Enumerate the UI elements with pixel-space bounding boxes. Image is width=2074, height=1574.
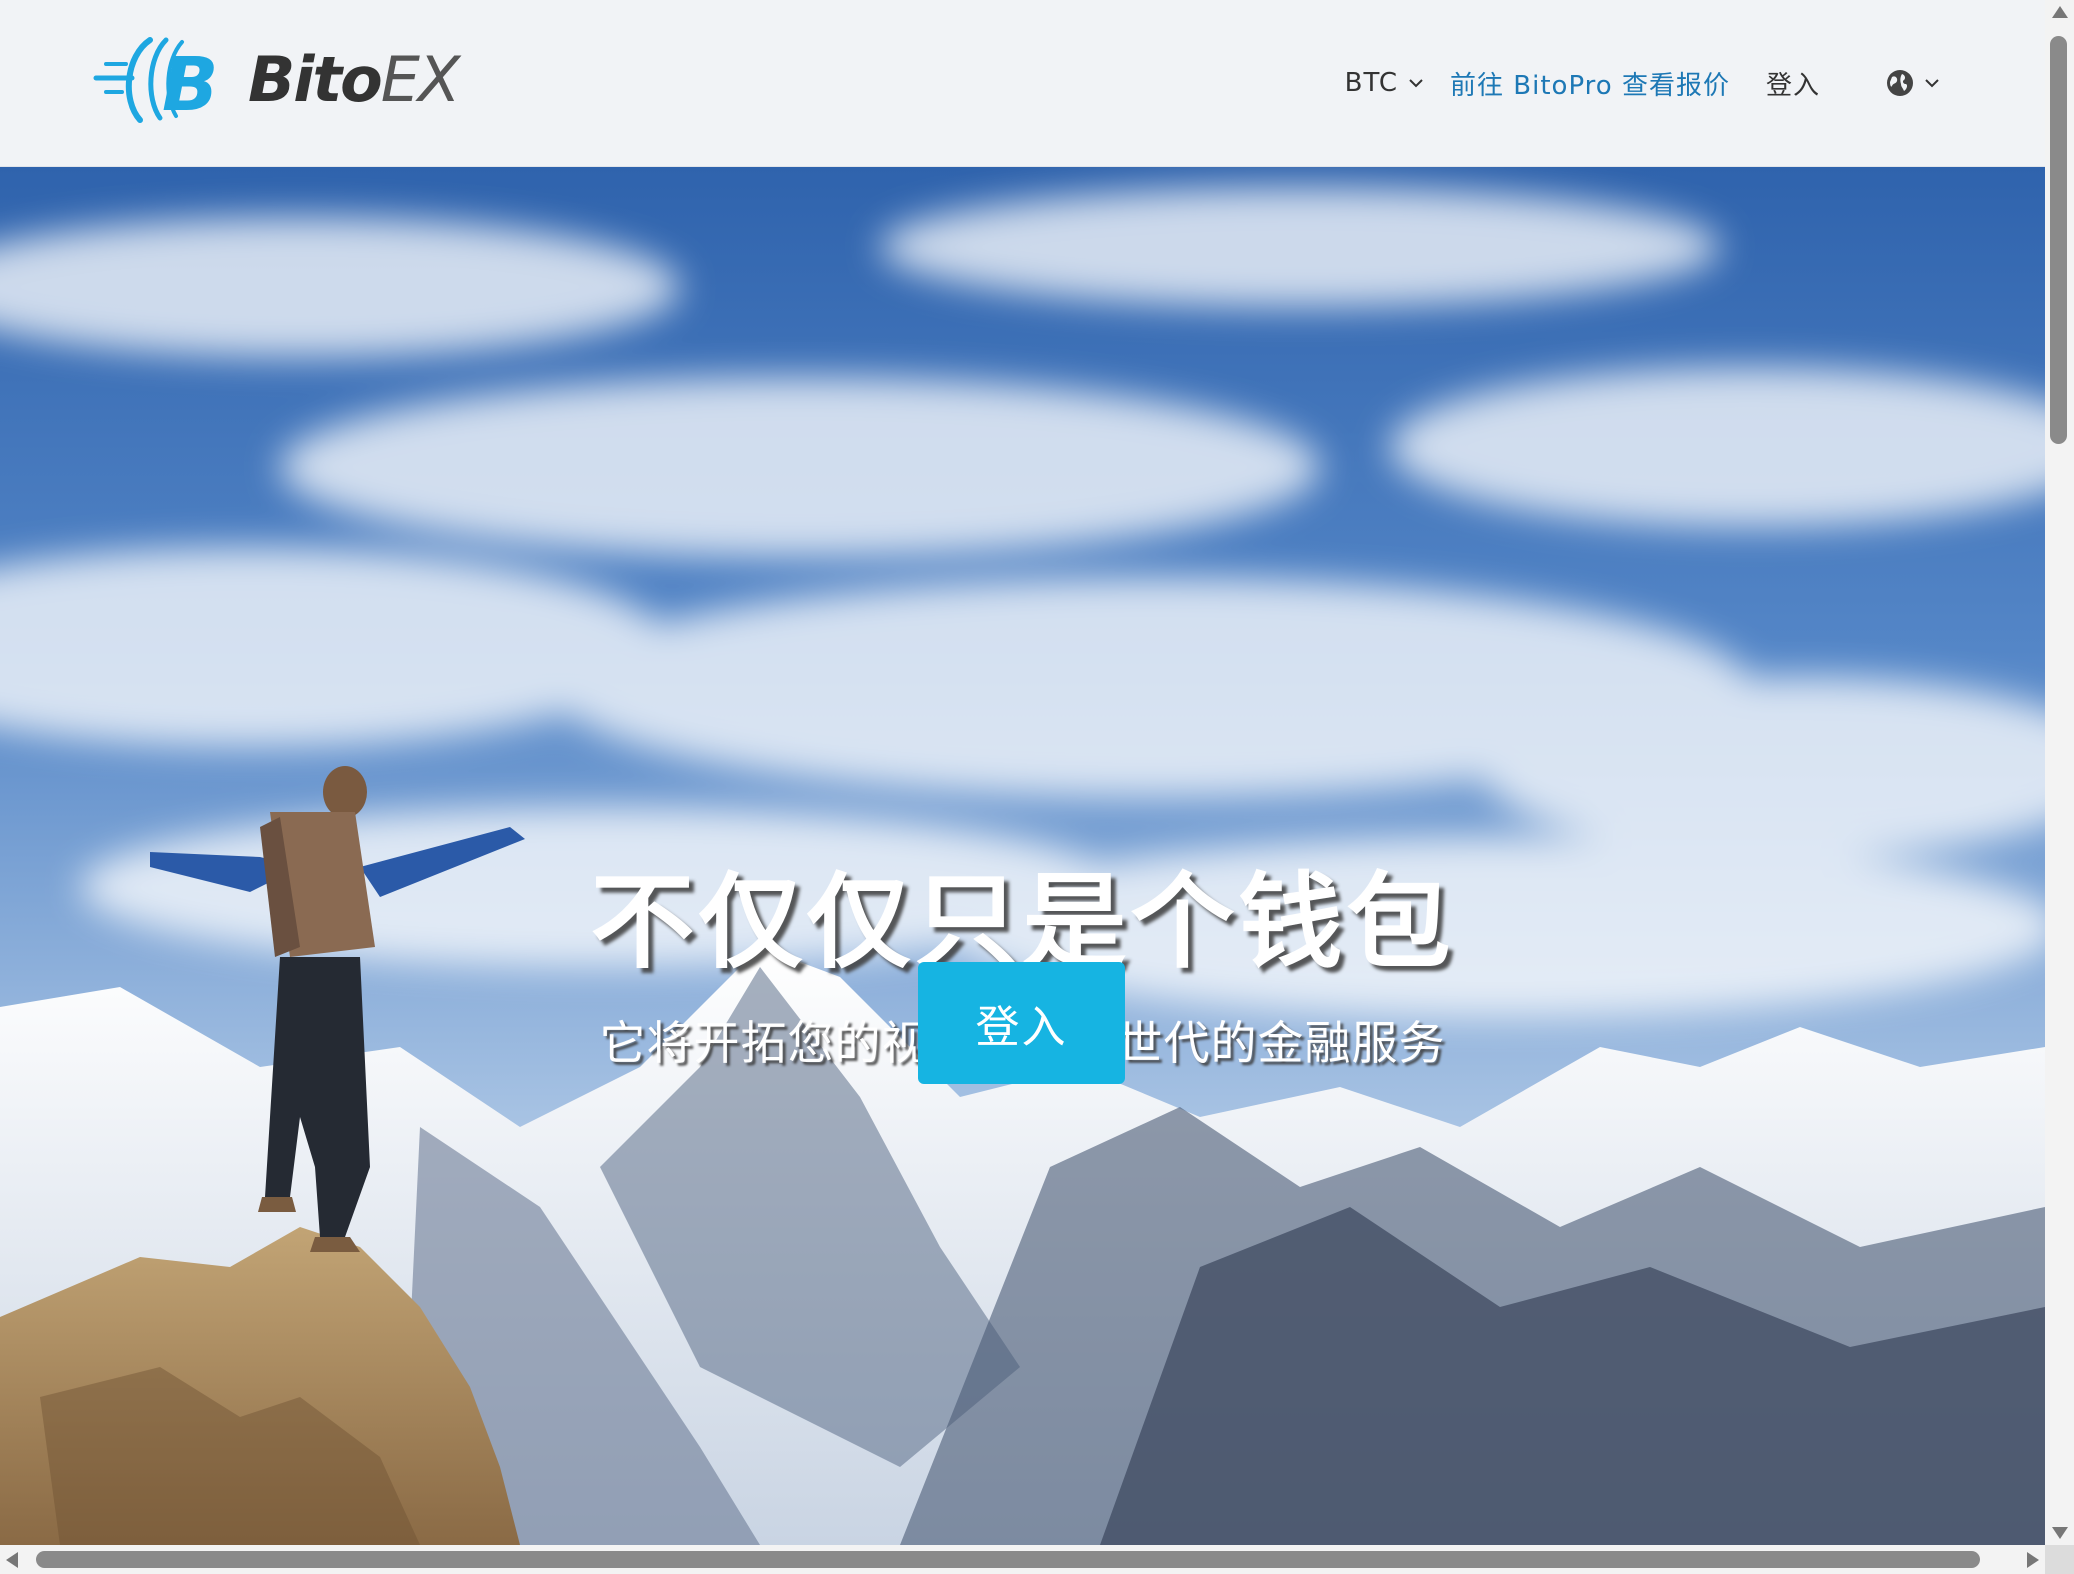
logo-wordmark-main: Bito — [248, 42, 383, 116]
language-dropdown[interactable] — [1886, 69, 1940, 97]
horizontal-scroll-thumb[interactable] — [36, 1551, 1980, 1568]
logo-wordmark-accent: EX — [380, 42, 461, 116]
scroll-down-arrow-icon[interactable] — [2052, 1527, 2068, 1539]
coin-dropdown-label: BTC — [1344, 68, 1399, 98]
scroll-up-arrow-icon[interactable] — [2052, 6, 2068, 18]
scrollbar-corner — [2045, 1545, 2074, 1574]
chevron-down-icon — [1409, 79, 1423, 88]
bitoex-logo[interactable]: B BitoEX — [92, 34, 461, 124]
horizontal-scrollbar[interactable] — [0, 1545, 2045, 1574]
coin-dropdown[interactable]: BTC — [1345, 68, 1424, 98]
top-nav: BTC 前往 BitoPro 查看报价 登入 — [1345, 58, 1940, 108]
svg-text:B: B — [162, 42, 218, 124]
chevron-down-icon — [1925, 79, 1939, 88]
hero-banner: 不仅仅只是个钱包 它将开拓您的视野给您新世代的金融服务 登入 — [0, 167, 2045, 1545]
nav-login-link[interactable]: 登入 — [1766, 65, 1820, 102]
globe-icon — [1887, 70, 1913, 96]
browser-viewport: B BitoEX BTC 前往 BitoPro 查看报价 登入 不仅仅只是个钱包… — [0, 0, 2045, 1545]
vertical-scroll-thumb[interactable] — [2050, 36, 2067, 444]
vertical-scrollbar[interactable] — [2045, 0, 2074, 1545]
logo-mark-icon: B — [93, 37, 218, 124]
scroll-right-arrow-icon[interactable] — [2027, 1552, 2039, 1568]
site-header: B BitoEX BTC 前往 BitoPro 查看报价 登入 — [0, 0, 2045, 167]
bitopro-quote-link[interactable]: 前往 BitoPro 查看报价 — [1450, 65, 1730, 102]
hero-login-button[interactable]: 登入 — [918, 962, 1125, 1084]
logo-wordmark: BitoEX — [248, 42, 461, 116]
scroll-left-arrow-icon[interactable] — [6, 1552, 18, 1568]
